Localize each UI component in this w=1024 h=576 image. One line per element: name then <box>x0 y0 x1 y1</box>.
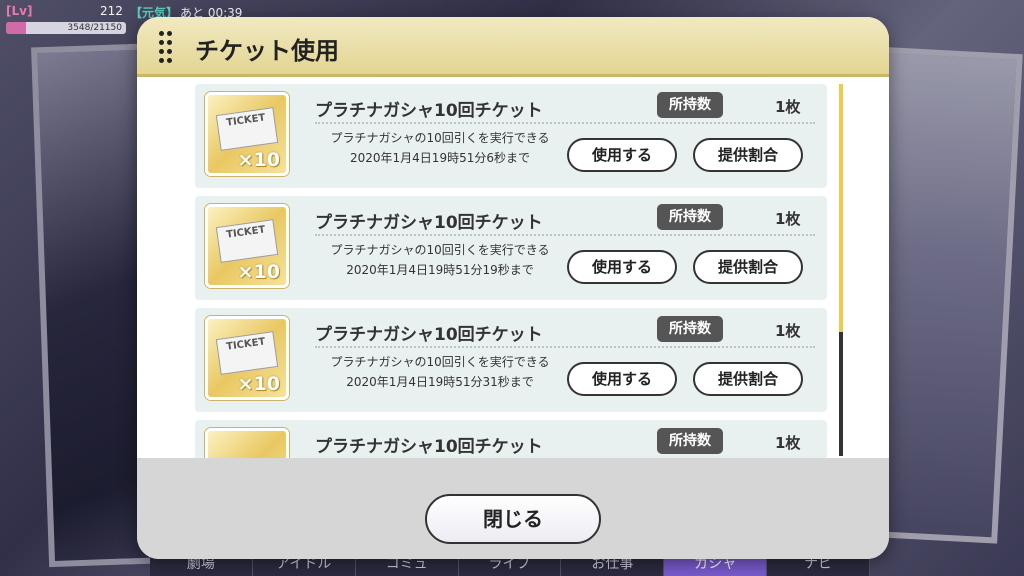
ticket-name: プラチナガシャ10回チケット <box>315 213 543 233</box>
use-button[interactable]: 使用する <box>567 138 677 172</box>
count-badge: 所持数 <box>657 428 723 454</box>
description-line: プラチナガシャの10回引くを実行できる <box>330 355 550 369</box>
dialog-header: チケット使用 <box>137 17 889 77</box>
ticket-multiplier: ×10 <box>237 149 280 171</box>
level-label: [Lv] <box>6 4 33 18</box>
expiry-line: 2020年1月4日19時51分19秒まで <box>346 263 534 277</box>
count-value: 1枚 <box>775 210 801 228</box>
ticket-icon: TICKET ×10 <box>205 92 289 176</box>
count-value: 1枚 <box>775 434 801 452</box>
ticket-icon: TICKET ×10 <box>205 204 289 288</box>
use-button[interactable]: 使用する <box>567 362 677 396</box>
ticket-name: プラチナガシャ10回チケット <box>315 437 543 457</box>
grip-icon <box>159 31 175 63</box>
ticket-description: プラチナガシャの10回引くを実行できる 2020年1月4日19時51分31秒まで <box>315 352 565 392</box>
list-item: TICKET ×10 プラチナガシャ10回チケット 所持数 1枚 プラチナガシャ… <box>195 196 827 300</box>
count-badge: 所持数 <box>657 204 723 230</box>
ticket-icon <box>205 428 289 458</box>
count-badge: 所持数 <box>657 316 723 342</box>
exp-bar-fill <box>6 22 27 34</box>
use-button[interactable]: 使用する <box>567 250 677 284</box>
ticket-icon: TICKET ×10 <box>205 316 289 400</box>
description-line: プラチナガシャの10回引くを実行できる <box>330 243 550 257</box>
ticket-name: プラチナガシャ10回チケット <box>315 101 543 121</box>
close-button[interactable]: 閉じる <box>425 494 601 544</box>
ticket-use-dialog: チケット使用 TICKET ×10 プラチナガシャ10回チケット 所持数 1枚 … <box>137 17 889 559</box>
ticket-multiplier: ×10 <box>237 261 280 283</box>
count-value: 1枚 <box>775 98 801 116</box>
ticket-stub-graphic: TICKET <box>215 219 279 263</box>
list-item: プラチナガシャ10回チケット 所持数 1枚 <box>195 420 827 458</box>
divider <box>315 122 815 124</box>
count-value: 1枚 <box>775 322 801 340</box>
level-value: 212 <box>100 4 123 18</box>
scrollbar-thumb[interactable] <box>839 84 843 332</box>
drop-rates-button[interactable]: 提供割合 <box>693 362 803 396</box>
ticket-stub-graphic: TICKET <box>215 331 279 375</box>
ticket-multiplier: ×10 <box>237 373 280 395</box>
description-line: プラチナガシャの10回引くを実行できる <box>330 131 550 145</box>
expiry-line: 2020年1月4日19時51分31秒まで <box>346 375 534 389</box>
drop-rates-button[interactable]: 提供割合 <box>693 250 803 284</box>
dialog-footer: 閉じる <box>137 458 889 559</box>
dialog-title: チケット使用 <box>195 37 339 65</box>
ticket-description: プラチナガシャの10回引くを実行できる 2020年1月4日19時51分19秒まで <box>315 240 565 280</box>
exp-text: 3548/21150 <box>67 23 122 33</box>
exp-bar: 3548/21150 <box>6 22 126 34</box>
ticket-stub-graphic: TICKET <box>215 107 279 151</box>
list-item: TICKET ×10 プラチナガシャ10回チケット 所持数 1枚 プラチナガシャ… <box>195 84 827 188</box>
expiry-line: 2020年1月4日19時51分6秒まで <box>350 151 530 165</box>
list-item: TICKET ×10 プラチナガシャ10回チケット 所持数 1枚 プラチナガシャ… <box>195 308 827 412</box>
ticket-list[interactable]: TICKET ×10 プラチナガシャ10回チケット 所持数 1枚 プラチナガシャ… <box>137 80 889 458</box>
count-badge: 所持数 <box>657 92 723 118</box>
ticket-name: プラチナガシャ10回チケット <box>315 325 543 345</box>
drop-rates-button[interactable]: 提供割合 <box>693 138 803 172</box>
divider <box>315 346 815 348</box>
ticket-description: プラチナガシャの10回引くを実行できる 2020年1月4日19時51分6秒まで <box>315 128 565 168</box>
divider <box>315 234 815 236</box>
